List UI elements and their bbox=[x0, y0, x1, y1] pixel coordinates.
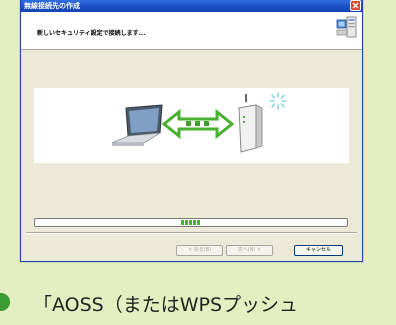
progress-chunk bbox=[181, 220, 184, 225]
progress-chunk bbox=[197, 220, 200, 225]
cancel-button[interactable]: キャンセル bbox=[294, 245, 343, 256]
back-button[interactable]: < 戻る(B) bbox=[176, 245, 223, 256]
title-bar[interactable]: 無線接続先の作成 bbox=[21, 0, 362, 12]
window-title: 無線接続先の作成 bbox=[24, 2, 80, 10]
progress-bar bbox=[34, 218, 348, 227]
close-button[interactable] bbox=[350, 0, 361, 11]
laptop-icon bbox=[111, 104, 163, 146]
next-button[interactable]: 次へ(N) > bbox=[226, 245, 273, 256]
divider bbox=[26, 232, 357, 234]
bidirectional-arrows-icon bbox=[161, 108, 235, 140]
instruction-caption: 「AOSS（またはWPSプッシュ bbox=[33, 294, 299, 316]
progress-chunk bbox=[185, 220, 188, 225]
wireless-router-icon bbox=[238, 94, 263, 153]
header-area: 新しいセキュリティ設定で接続します... bbox=[21, 12, 362, 50]
progress-chunk bbox=[193, 220, 196, 225]
connection-illustration bbox=[34, 88, 349, 163]
wireless-signal-icon bbox=[269, 92, 287, 110]
step-bullet bbox=[0, 293, 10, 311]
progress-chunk bbox=[189, 220, 192, 225]
connection-dialog: 無線接続先の作成 新しいセキュリティ設定で接続します... < 戻る(B) 次へ… bbox=[20, 0, 363, 262]
computer-network-icon bbox=[336, 16, 357, 38]
status-message: 新しいセキュリティ設定で接続します... bbox=[37, 30, 146, 37]
close-icon bbox=[352, 2, 359, 9]
